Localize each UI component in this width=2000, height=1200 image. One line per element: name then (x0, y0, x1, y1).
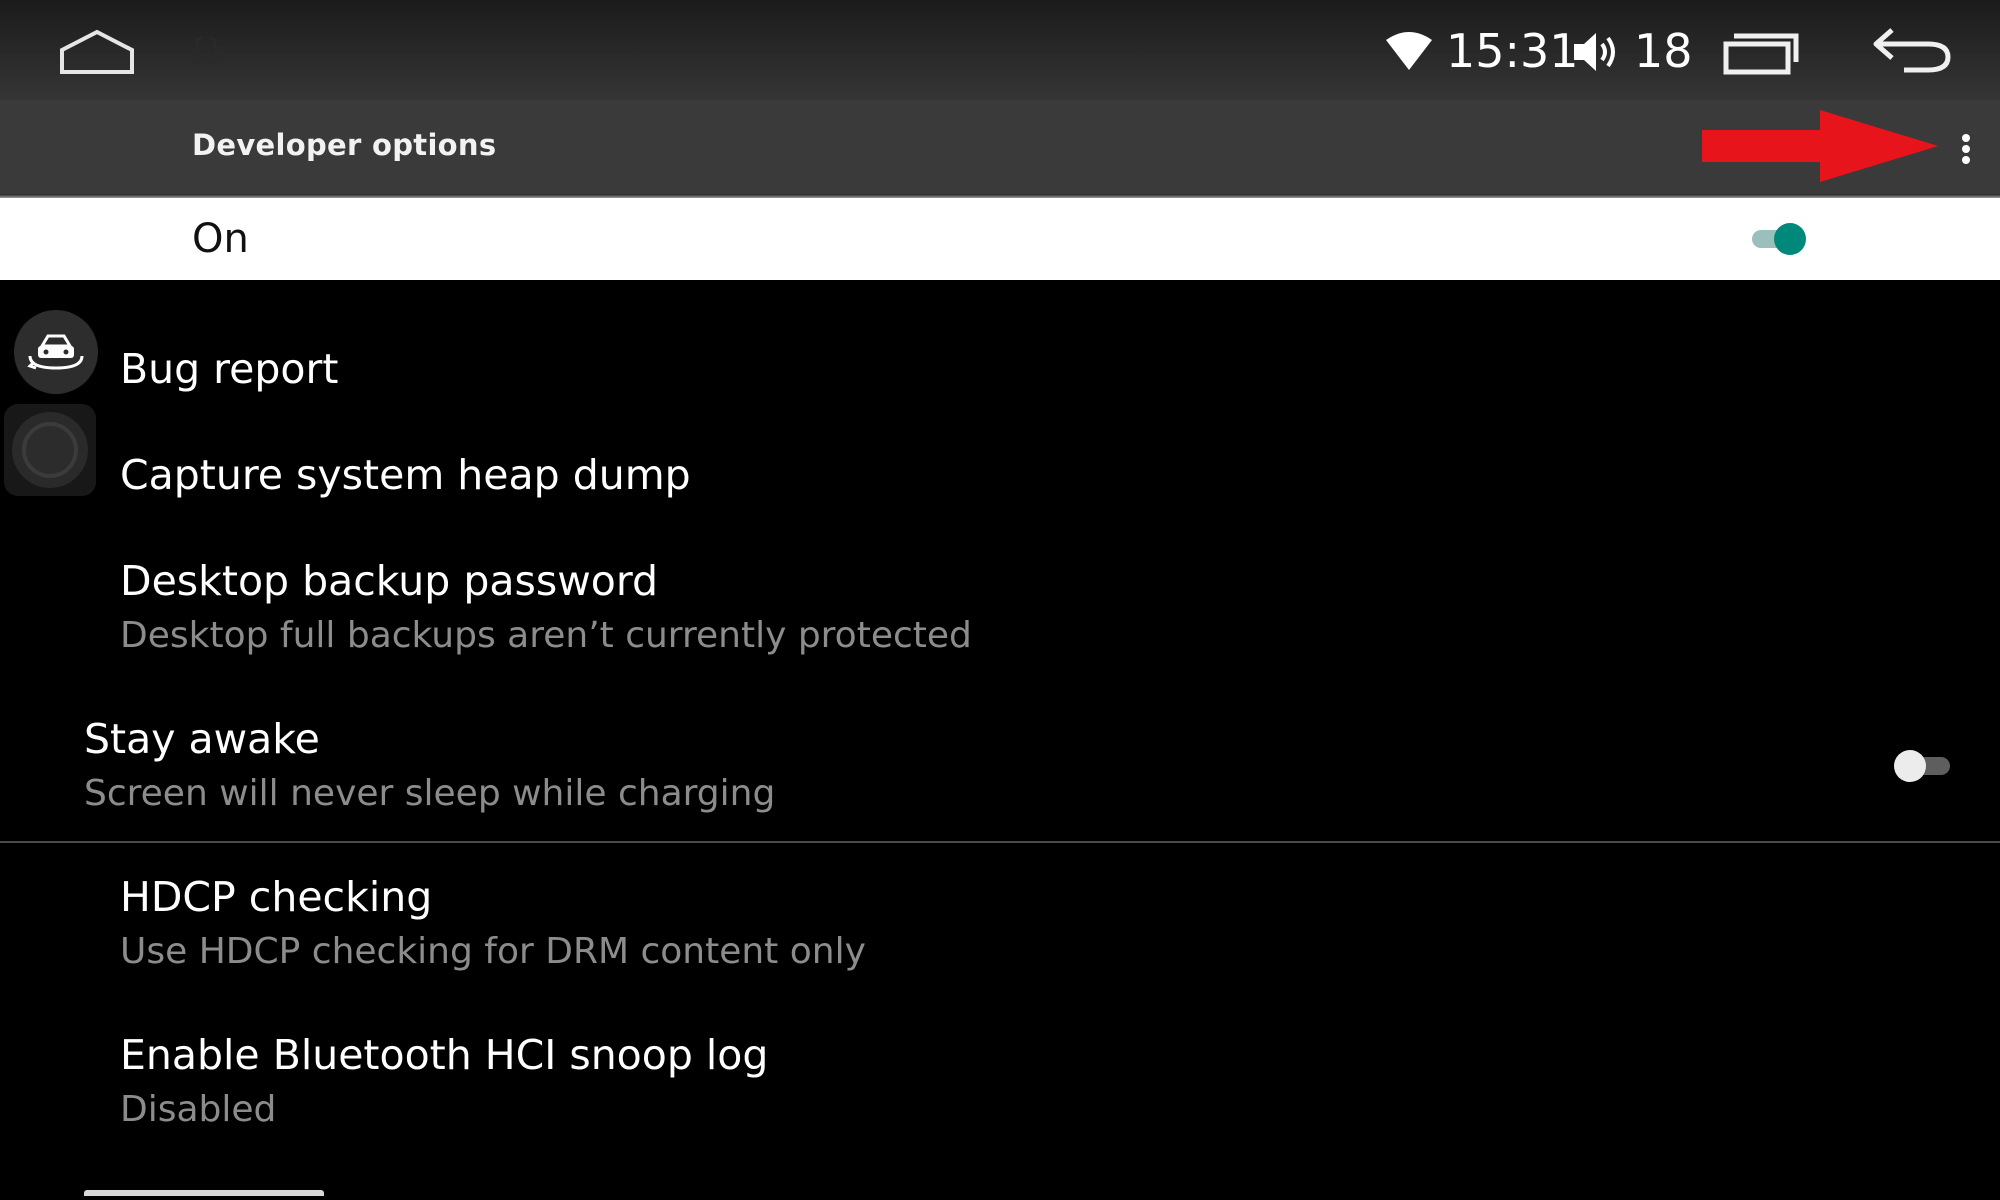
list-divider (0, 841, 2000, 843)
bluetooth-hci-title[interactable]: Enable Bluetooth HCI snoop log (120, 1031, 768, 1079)
svg-text:{}: {} (188, 33, 224, 68)
heap-dump-title[interactable]: Capture system heap dump (120, 451, 691, 499)
backup-password-title[interactable]: Desktop backup password (120, 557, 658, 605)
home-icon[interactable] (58, 28, 136, 78)
status-bar (0, 0, 2000, 100)
hdcp-checking-summary: Use HDCP checking for DRM content only (120, 931, 866, 972)
more-vert-icon[interactable] (1952, 130, 1980, 170)
volume-icon (1572, 30, 1622, 74)
hdcp-checking-title[interactable]: HDCP checking (120, 873, 432, 921)
back-icon[interactable] (1870, 24, 1954, 74)
braces-icon[interactable]: {} (186, 30, 226, 70)
backup-password-summary: Desktop full backups aren’t currently pr… (120, 615, 972, 656)
stay-awake-toggle[interactable] (1894, 749, 1950, 783)
bug-report-title[interactable]: Bug report (120, 345, 338, 393)
wifi-icon (1384, 30, 1434, 72)
volume-level: 18 (1634, 24, 1693, 78)
car-360-icon[interactable] (14, 310, 98, 394)
partial-next-item (84, 1190, 344, 1200)
master-switch-label: On (192, 216, 249, 262)
bluetooth-hci-summary: Disabled (120, 1089, 277, 1130)
stay-awake-title[interactable]: Stay awake (84, 715, 320, 763)
stay-awake-summary: Screen will never sleep while charging (84, 773, 776, 814)
clock: 15:31 (1446, 24, 1579, 78)
master-switch-toggle[interactable] (1750, 222, 1806, 256)
assistive-touch-icon[interactable] (4, 404, 96, 496)
annotation-arrow (1700, 108, 1940, 184)
page-title: Developer options (192, 128, 497, 162)
recent-apps-icon[interactable] (1722, 28, 1804, 76)
master-switch-bar[interactable] (0, 198, 2000, 280)
